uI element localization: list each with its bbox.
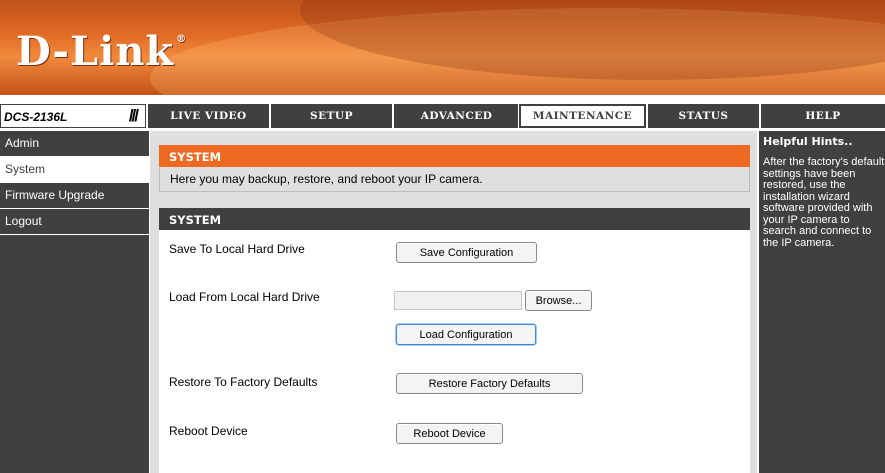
model-name: DCS-2136L — [4, 110, 68, 124]
model-label: DCS-2136L /// — [0, 104, 146, 128]
sidebar: Admin System Firmware Upgrade Logout — [0, 131, 149, 473]
save-configuration-button[interactable]: Save Configuration — [396, 242, 537, 263]
reboot-device-button[interactable]: Reboot Device — [396, 423, 503, 444]
tab-setup[interactable]: SETUP — [269, 104, 392, 128]
reboot-label: Reboot Device — [169, 424, 248, 438]
load-label: Load From Local Hard Drive — [169, 290, 320, 304]
file-path-input[interactable] — [394, 291, 522, 310]
system-intro-panel: SYSTEM Here you may backup, restore, and… — [159, 145, 750, 192]
intro-text: Here you may backup, restore, and reboot… — [159, 167, 750, 192]
section-title: SYSTEM — [159, 208, 750, 230]
sidebar-item-admin[interactable]: Admin — [0, 131, 149, 157]
main-content: SYSTEM Here you may backup, restore, and… — [149, 131, 758, 473]
save-label: Save To Local Hard Drive — [169, 242, 305, 256]
page-title: SYSTEM — [159, 145, 750, 167]
restore-label: Restore To Factory Defaults — [169, 375, 318, 389]
sidebar-item-logout[interactable]: Logout — [0, 209, 149, 235]
tab-maintenance[interactable]: MAINTENANCE — [518, 103, 647, 129]
helpful-hints-panel: Helpful Hints.. After the factory's defa… — [759, 131, 885, 473]
tab-help[interactable]: HELP — [759, 104, 885, 128]
restore-factory-defaults-button[interactable]: Restore Factory Defaults — [396, 373, 583, 394]
hints-text: After the factory's default settings hav… — [763, 156, 885, 249]
header-banner: D-Link ® — [0, 0, 885, 95]
tab-live-video[interactable]: LIVE VIDEO — [146, 104, 269, 128]
system-section: SYSTEM Save To Local Hard Drive Save Con… — [159, 208, 750, 473]
dlink-logo: D-Link ® — [16, 28, 188, 75]
browse-button[interactable]: Browse... — [525, 290, 592, 311]
tab-status[interactable]: STATUS — [646, 104, 759, 128]
sidebar-item-system[interactable]: System — [0, 157, 149, 183]
load-configuration-button[interactable]: Load Configuration — [396, 324, 536, 345]
sidebar-item-firmware-upgrade[interactable]: Firmware Upgrade — [0, 183, 149, 209]
hints-title: Helpful Hints.. — [763, 135, 853, 148]
tab-advanced[interactable]: ADVANCED — [392, 104, 519, 128]
system-section-body: Save To Local Hard Drive Save Configurat… — [159, 230, 750, 473]
top-nav: DCS-2136L /// LIVE VIDEO SETUP ADVANCED … — [0, 103, 885, 129]
slashes-decoration: /// — [128, 106, 139, 125]
